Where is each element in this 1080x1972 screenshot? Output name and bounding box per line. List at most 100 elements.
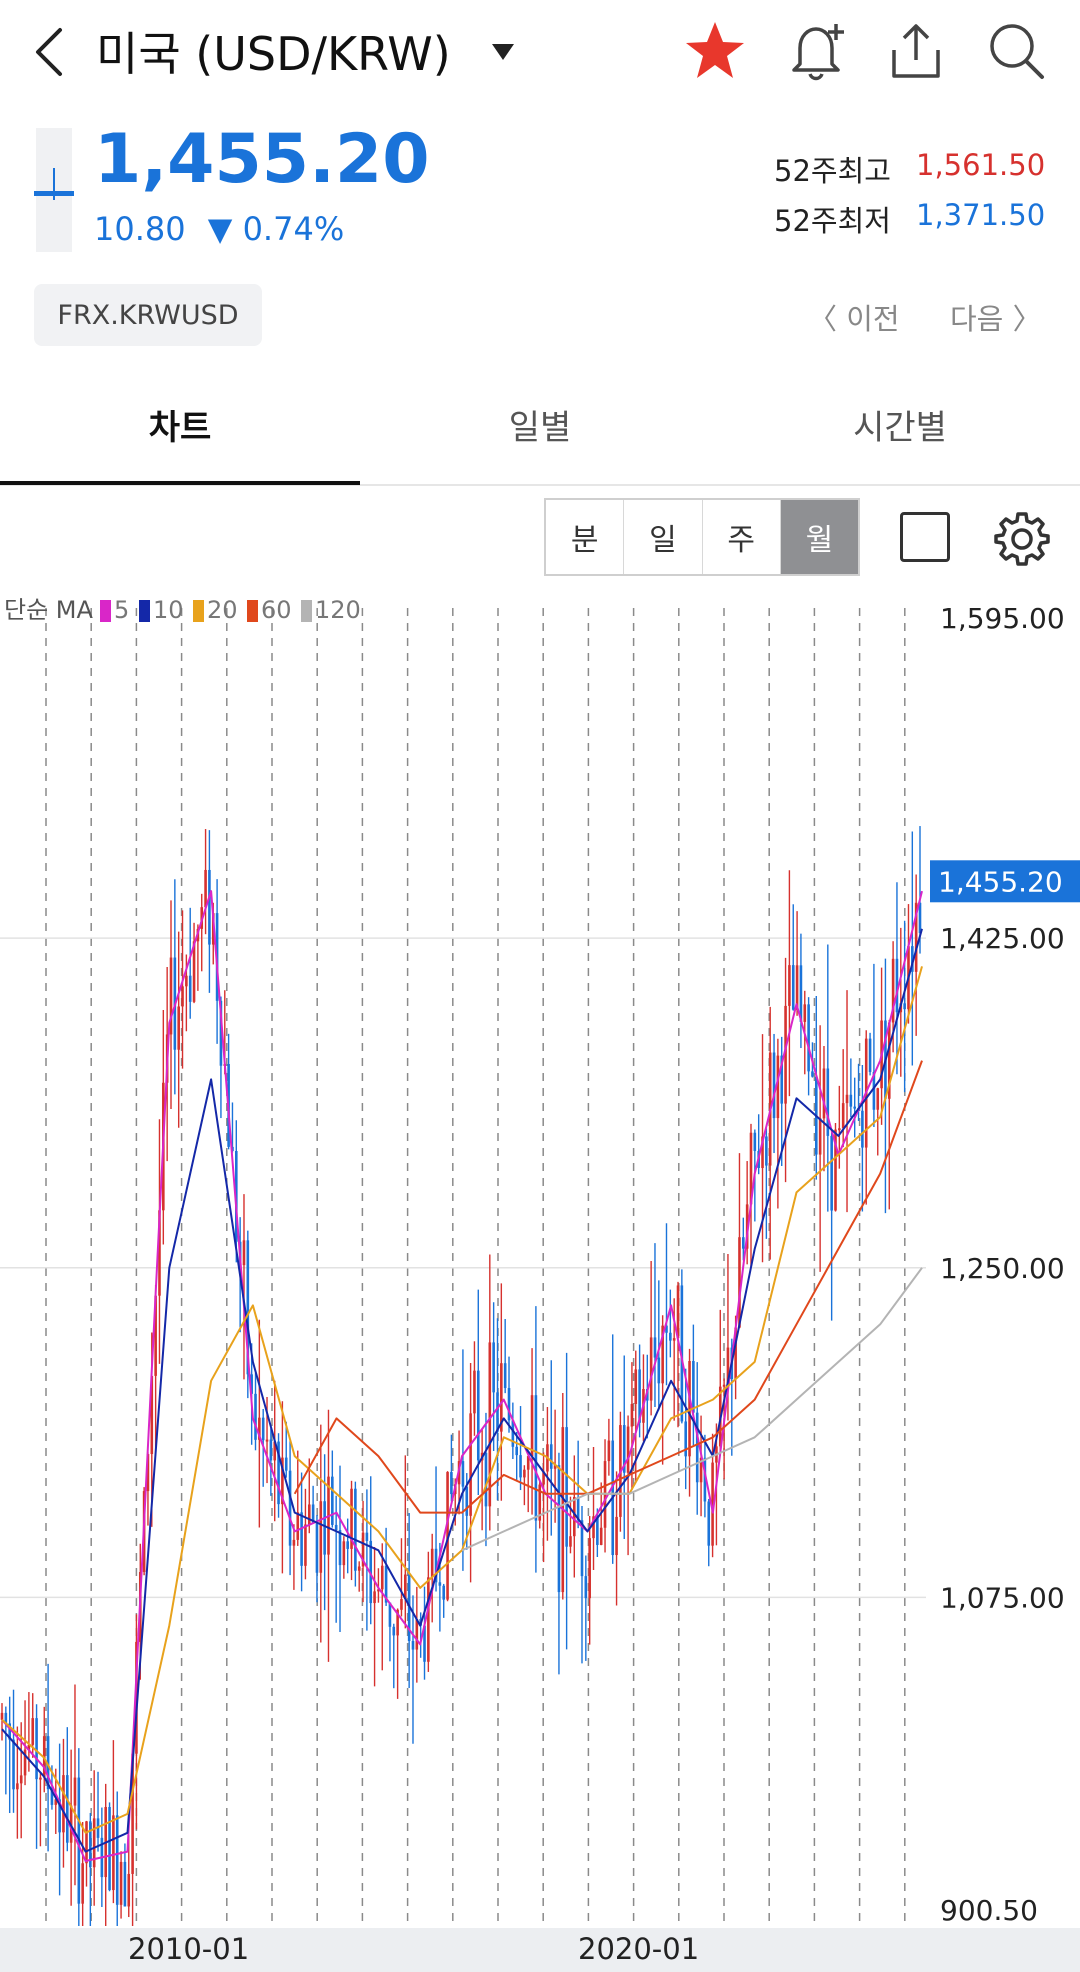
candle-body (630, 1403, 634, 1427)
candle-body (73, 1777, 77, 1806)
candle-body (392, 1626, 396, 1636)
candle-body (765, 1136, 768, 1166)
candle-body (185, 975, 188, 987)
ma-legend-swatch (301, 600, 312, 622)
candle-body (684, 1421, 687, 1457)
candle-body (296, 1512, 300, 1540)
change-value: 10.80 (94, 210, 186, 248)
candle-body (672, 1338, 676, 1341)
candle-body (669, 1332, 672, 1341)
prev-button[interactable]: 〈 이전 (808, 296, 900, 338)
y-tick-label: 900.50 (940, 1894, 1038, 1927)
candle-body (188, 975, 192, 1002)
candle-body (791, 965, 795, 1010)
candle-body (365, 1532, 369, 1541)
candle-body (465, 1486, 469, 1516)
candle-body (12, 1739, 15, 1790)
candle-body (918, 902, 922, 934)
star-icon[interactable] (682, 18, 748, 84)
fullscreen-toggle-icon[interactable] (900, 512, 950, 562)
ma-line-10 (1, 928, 923, 1853)
candle-body (615, 1516, 618, 1556)
candle-body (442, 1585, 446, 1600)
candle-body (496, 1392, 499, 1432)
gear-icon[interactable] (994, 510, 1050, 566)
candle-body (65, 1775, 69, 1843)
ma-legend-label: 20 (207, 596, 238, 624)
period-day[interactable]: 일 (624, 500, 703, 574)
candle-body (803, 1004, 807, 1022)
candle-body (695, 1412, 699, 1483)
bell-plus-icon[interactable] (786, 18, 850, 84)
candle-body (876, 1088, 880, 1110)
candle-body (569, 1536, 572, 1547)
candle-body (849, 1094, 853, 1107)
period-minute[interactable]: 분 (546, 500, 625, 574)
candle-body (845, 1094, 849, 1104)
candle-body (300, 1512, 303, 1566)
candle-body (488, 1342, 492, 1507)
candle-body (319, 1501, 323, 1573)
candle-body (400, 1599, 403, 1610)
candle-body (346, 1541, 349, 1549)
candle-body (31, 1718, 35, 1745)
candle-body (818, 1118, 822, 1155)
candle-body (476, 1370, 480, 1461)
candle-body (254, 1393, 257, 1440)
period-selector: 분 일 주 월 (544, 498, 860, 576)
candle-body (742, 1237, 745, 1249)
share-icon[interactable] (886, 18, 946, 84)
candle-body (265, 1439, 269, 1442)
candle-body (530, 1395, 534, 1457)
candle-body (323, 1501, 326, 1555)
dropdown-caret-icon[interactable] (488, 36, 518, 66)
y-tick-label: 1,595.00 (940, 602, 1065, 635)
candle-body (357, 1566, 361, 1571)
low-52w-value: 1,371.50 (916, 198, 1046, 232)
current-price: 1,455.20 (94, 120, 430, 199)
candle-body (112, 1815, 115, 1891)
candle-body (903, 1003, 906, 1010)
candle-body (19, 1775, 23, 1784)
candle-body (415, 1619, 419, 1650)
candle-body (269, 1439, 273, 1461)
candle-body (830, 1135, 833, 1211)
candle-body (523, 1469, 526, 1478)
candle-body (772, 1052, 776, 1119)
candle-body (39, 1777, 42, 1780)
y-tick-label: 1,075.00 (940, 1581, 1065, 1614)
candle-body (204, 869, 207, 908)
candle-body (868, 1038, 872, 1072)
search-icon[interactable] (984, 18, 1048, 84)
candle-body (119, 1861, 123, 1905)
candle-body (626, 1426, 630, 1473)
tab-chart[interactable]: 차트 (0, 400, 360, 449)
tab-hourly[interactable]: 시간별 (720, 400, 1080, 449)
period-month[interactable]: 월 (780, 500, 858, 574)
candle-body (838, 1128, 841, 1131)
next-button[interactable]: 다음 〉 (950, 296, 1042, 338)
y-tick-label: 1,250.00 (940, 1252, 1065, 1285)
tab-daily[interactable]: 일별 (360, 400, 720, 449)
price-chart[interactable]: 1,595.00 1,425.00 1,250.00 1,075.00 900.50 단순… (0, 588, 1080, 1928)
candle-body (607, 1440, 611, 1462)
candle-body (653, 1337, 657, 1358)
top-bar: 미국 (USD/KRW) (0, 0, 1080, 110)
low-52w-label: 52주최저 (774, 204, 891, 238)
candle-body (181, 986, 184, 1007)
candle-body (519, 1455, 522, 1478)
candle-body (342, 1541, 346, 1566)
back-icon[interactable] (28, 22, 72, 82)
candle-body (411, 1641, 415, 1650)
ma-line-5 (1, 890, 923, 1862)
period-week[interactable]: 주 (703, 500, 781, 574)
high-52w-value: 1,561.50 (916, 148, 1046, 182)
candle-body (380, 1565, 384, 1590)
candle-body (338, 1530, 342, 1566)
ma-legend-label: 5 (114, 596, 129, 624)
page-title[interactable]: 미국 (USD/KRW) (96, 18, 451, 84)
candle-body (549, 1444, 553, 1469)
ma-line-20 (1, 966, 923, 1834)
ma-legend-label: 120 (315, 596, 361, 624)
candle-body (584, 1576, 588, 1599)
